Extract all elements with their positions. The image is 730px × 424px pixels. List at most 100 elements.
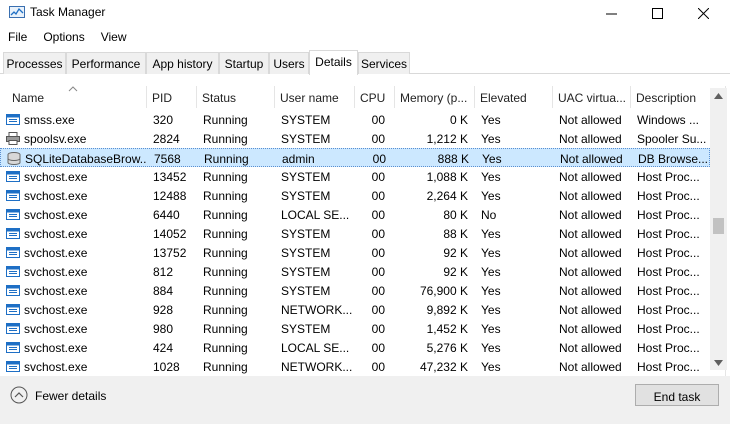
table-row[interactable]: svchost.exe 424 Running LOCAL SE... 00 5,276 …: [0, 338, 710, 357]
cell-uac: Not allowed: [559, 113, 622, 127]
minimize-icon: [605, 13, 617, 14]
close-button[interactable]: [680, 0, 726, 26]
table-row[interactable]: svchost.exe 6440 Running LOCAL SE... 00 80 K N…: [0, 205, 710, 224]
cell-cpu: 00: [371, 227, 385, 241]
cell-cpu: 00: [371, 322, 385, 336]
cell-desc: Host Proc...: [637, 208, 700, 222]
cell-user: NETWORK...: [281, 303, 353, 317]
column-header-description[interactable]: Description: [631, 86, 710, 108]
chevron-up-circle-icon[interactable]: [10, 386, 28, 404]
column-header-cpu[interactable]: CPU: [355, 86, 395, 108]
table-row[interactable]: svchost.exe 812 Running SYSTEM 00 92 K Yes Not …: [0, 262, 710, 281]
vertical-scrollbar[interactable]: [710, 88, 727, 370]
tab-details[interactable]: Details: [309, 50, 358, 75]
cell-cpu: 00: [371, 189, 385, 203]
table-row[interactable]: SQLiteDatabaseBrow... 7568 Running admin 00 8…: [0, 148, 710, 167]
table-row[interactable]: svchost.exe 1028 Running NETWORK... 00 47,232…: [0, 357, 710, 376]
process-name: spoolsv.exe: [24, 132, 87, 146]
process-name: svchost.exe: [24, 322, 88, 336]
cell-desc: Host Proc...: [637, 227, 700, 241]
footer-bar: Fewer details End task: [0, 376, 730, 424]
minimize-button[interactable]: [588, 0, 634, 26]
fewer-details-link[interactable]: Fewer details: [35, 389, 106, 403]
cell-pid: 7568: [154, 152, 181, 166]
table-row[interactable]: svchost.exe 12488 Running SYSTEM 00 2,264 K Ye…: [0, 186, 710, 205]
process-name: SQLiteDatabaseBrow...: [25, 152, 147, 166]
cell-memory: 1,452 K: [426, 322, 468, 336]
menu-view[interactable]: View: [93, 28, 135, 48]
column-header-memory[interactable]: Memory (p...: [395, 86, 475, 108]
cell-status: Running: [203, 284, 248, 298]
cell-elevated: Yes: [481, 322, 501, 336]
cell-status: Running: [203, 208, 248, 222]
cell-uac: Not allowed: [559, 227, 622, 241]
cell-pid: 14052: [153, 227, 187, 241]
cell-pid: 928: [153, 303, 174, 317]
cell-user: SYSTEM: [281, 189, 331, 203]
cell-elevated: Yes: [481, 113, 501, 127]
cell-elevated: No: [481, 208, 497, 222]
tab-startup[interactable]: Startup: [219, 52, 269, 74]
cell-elevated: Yes: [481, 246, 501, 260]
cell-elevated: Yes: [481, 189, 501, 203]
column-header-user-name[interactable]: User name: [275, 86, 355, 108]
cell-desc: Host Proc...: [637, 189, 700, 203]
table-row[interactable]: svchost.exe 928 Running NETWORK... 00 9,892 K…: [0, 300, 710, 319]
cell-elevated: Yes: [481, 227, 501, 241]
table-row[interactable]: svchost.exe 884 Running SYSTEM 00 76,900 K Yes…: [0, 281, 710, 300]
tab-services[interactable]: Services: [358, 52, 410, 74]
cell-elevated: Yes: [481, 341, 501, 355]
scroll-up-icon[interactable]: [714, 93, 723, 99]
column-header-elevated[interactable]: Elevated: [475, 86, 553, 108]
table-row[interactable]: svchost.exe 980 Running SYSTEM 00 1,452 K Yes N…: [0, 319, 710, 338]
menu-file[interactable]: File: [0, 28, 35, 48]
title-bar: Task Manager: [0, 0, 730, 26]
cell-pid: 1028: [153, 360, 180, 374]
table-row[interactable]: svchost.exe 13452 Running SYSTEM 00 1,088 K Ye…: [0, 167, 710, 186]
process-name: svchost.exe: [24, 360, 88, 374]
menu-options[interactable]: Options: [35, 28, 92, 48]
table-row[interactable]: smss.exe 320 Running SYSTEM 00 0 K Yes Not allo…: [0, 110, 710, 129]
tab-processes[interactable]: Processes: [3, 52, 66, 74]
cell-status: Running: [203, 341, 248, 355]
tab-performance[interactable]: Performance: [66, 52, 146, 74]
column-header-name[interactable]: Name: [7, 86, 147, 108]
window-icon: [6, 342, 20, 353]
cell-elevated: Yes: [481, 284, 501, 298]
cell-pid: 980: [153, 322, 174, 336]
window-icon: [6, 304, 20, 315]
table-row[interactable]: svchost.exe 14052 Running SYSTEM 00 88 K Yes No…: [0, 224, 710, 243]
cell-status: Running: [203, 246, 248, 260]
maximize-button[interactable]: [634, 0, 680, 26]
tab-app-history[interactable]: App history: [146, 52, 219, 74]
scrollbar-thumb[interactable]: [713, 218, 724, 234]
table-header: Name PID Status User name CPU Memory (p.…: [0, 86, 710, 108]
table-row[interactable]: svchost.exe 13752 Running SYSTEM 00 92 K Yes No…: [0, 243, 710, 262]
cell-memory: 2,264 K: [426, 189, 468, 203]
scroll-down-icon[interactable]: [714, 360, 723, 366]
cell-pid: 884: [153, 284, 174, 298]
cell-uac: Not allowed: [559, 322, 622, 336]
process-name: svchost.exe: [24, 284, 88, 298]
tab-users[interactable]: Users: [269, 52, 309, 74]
column-header-uac[interactable]: UAC virtua...: [553, 86, 631, 108]
process-name: svchost.exe: [24, 189, 88, 203]
cell-desc: Host Proc...: [637, 265, 700, 279]
cell-status: Running: [203, 265, 248, 279]
column-header-pid[interactable]: PID: [147, 86, 197, 108]
end-task-button[interactable]: End task: [635, 384, 719, 406]
cell-cpu: 00: [371, 246, 385, 260]
process-name: svchost.exe: [24, 170, 88, 184]
table-row[interactable]: spoolsv.exe 2824 Running SYSTEM 00 1,212 K Yes…: [0, 129, 710, 148]
cell-desc: Host Proc...: [637, 303, 700, 317]
column-header-status[interactable]: Status: [197, 86, 275, 108]
cell-user: LOCAL SE...: [281, 341, 350, 355]
window-icon: [6, 114, 20, 125]
cell-pid: 12488: [153, 189, 187, 203]
cell-desc: Host Proc...: [637, 322, 700, 336]
cell-memory: 76,900 K: [419, 284, 468, 298]
window-icon: [6, 323, 20, 334]
cell-uac: Not allowed: [559, 360, 622, 374]
process-name: svchost.exe: [24, 303, 88, 317]
cell-user: SYSTEM: [281, 170, 331, 184]
